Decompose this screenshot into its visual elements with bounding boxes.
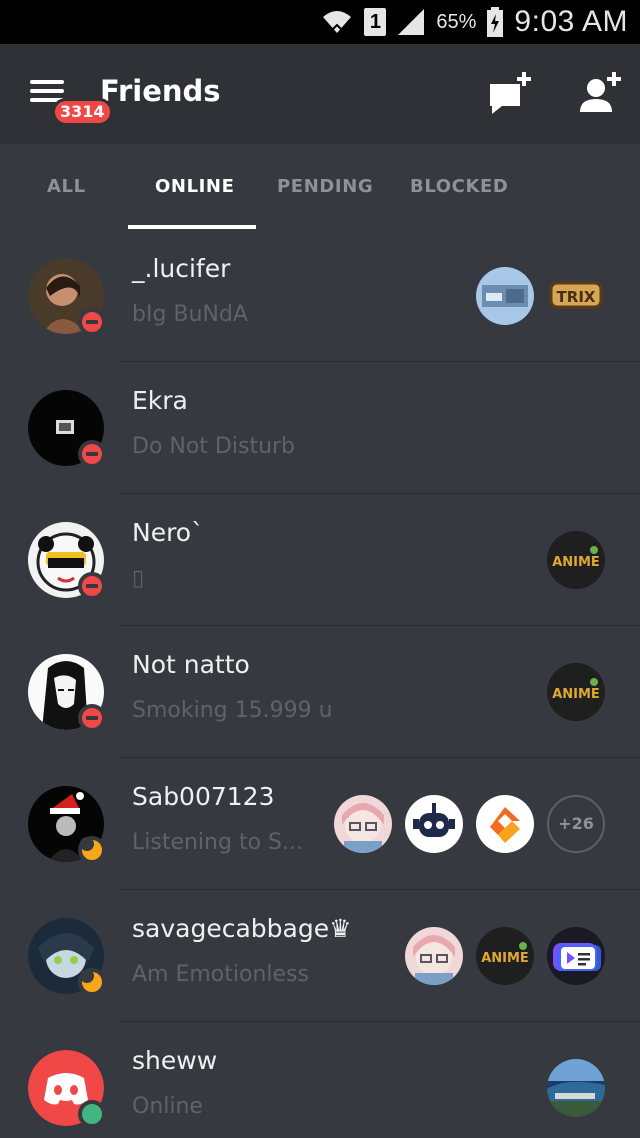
battery-charging-icon — [487, 7, 504, 37]
friend-name: _.lucifer — [132, 254, 231, 283]
media-guild-icon — [547, 927, 605, 985]
add-friend-button[interactable] — [578, 72, 624, 118]
friend-list: _.lucifer bIg BuNdA TRIX Ekra Do Not Dis… — [0, 230, 640, 1138]
list-item[interactable]: _.lucifer bIg BuNdA TRIX — [0, 230, 640, 362]
add-user-icon — [580, 72, 621, 112]
idle-status-icon — [78, 836, 106, 864]
friend-status-text: Am Emotionless — [132, 962, 309, 987]
sim-icon: 1 — [364, 8, 387, 36]
anime-girl-guild-icon — [405, 927, 463, 985]
friend-name: Ekra — [132, 386, 188, 415]
status-bar-indicators: 1 65% 9:03 AM — [320, 0, 628, 44]
tab-blocked[interactable]: BLOCKED — [410, 176, 508, 197]
friend-status-text: Online — [132, 1094, 203, 1119]
svg-text:ANIME: ANIME — [552, 555, 600, 570]
anime-guild-icon: ANIME — [547, 531, 605, 589]
friend-name: Nero` — [132, 518, 204, 547]
battery-percent: 65% — [436, 10, 477, 33]
friend-status-text: bIg BuNdA — [132, 302, 248, 327]
list-item[interactable]: Sab007123 Listening to S... +26 — [0, 758, 640, 890]
friend-status-text: Do Not Disturb — [132, 434, 296, 459]
anime-girl-guild-icon — [334, 795, 392, 853]
photo-guild-icon — [476, 267, 534, 325]
friend-status-text: ▯ — [132, 566, 145, 591]
more-guilds-count[interactable]: +26 — [547, 795, 605, 853]
friend-name: Sab007123 — [132, 782, 275, 811]
list-item[interactable]: sheww Online — [0, 1022, 640, 1138]
svg-text:ANIME: ANIME — [552, 687, 600, 702]
page-title: Friends — [100, 74, 221, 108]
tab-online[interactable]: ONLINE — [155, 176, 235, 197]
orange-logo-guild-icon — [476, 795, 534, 853]
friend-name: Not natto — [132, 650, 250, 679]
anime-guild-icon: ANIME — [547, 663, 605, 721]
new-group-dm-button[interactable] — [488, 72, 534, 118]
tab-all[interactable]: ALL — [47, 176, 86, 197]
dnd-status-icon — [78, 440, 106, 468]
clock: 9:03 AM — [514, 5, 628, 38]
svg-text:TRIX: TRIX — [557, 288, 596, 306]
signal-icon — [398, 9, 425, 35]
svg-text:ANIME: ANIME — [481, 951, 529, 966]
list-item[interactable]: Not natto Smoking 15.999 u ANIME — [0, 626, 640, 758]
tab-pending[interactable]: PENDING — [277, 176, 373, 197]
online-status-icon — [78, 1100, 106, 1128]
dnd-status-icon — [78, 704, 106, 732]
trix-guild-icon: TRIX — [547, 267, 605, 325]
landscape-guild-icon — [547, 1059, 605, 1117]
friends-tabs: ALL ONLINE PENDING BLOCKED — [0, 144, 640, 230]
list-item[interactable]: Ekra Do Not Disturb — [0, 362, 640, 494]
friend-status-text: Listening to S... — [132, 830, 303, 855]
menu-icon-line — [30, 80, 64, 84]
list-item[interactable]: savagecabbage♛ Am Emotionless ANIME — [0, 890, 640, 1022]
status-bar: 1 65% 9:03 AM — [0, 0, 640, 44]
menu-icon-line — [30, 89, 64, 93]
friend-status-text: Smoking 15.999 u — [132, 698, 333, 723]
app-bar: Friends — [0, 44, 640, 144]
robot-guild-icon — [405, 795, 463, 853]
active-tab-indicator — [128, 225, 256, 229]
idle-status-icon — [78, 968, 106, 996]
anime-guild-icon: ANIME — [476, 927, 534, 985]
dnd-status-icon — [78, 308, 106, 336]
friend-name: sheww — [132, 1046, 218, 1075]
notification-badge: 3314 — [52, 98, 113, 126]
wifi-icon — [323, 11, 352, 33]
chat-plus-icon — [490, 72, 531, 114]
dnd-status-icon — [78, 572, 106, 600]
list-item[interactable]: Nero` ▯ ANIME — [0, 494, 640, 626]
friend-name: savagecabbage♛ — [132, 914, 352, 943]
